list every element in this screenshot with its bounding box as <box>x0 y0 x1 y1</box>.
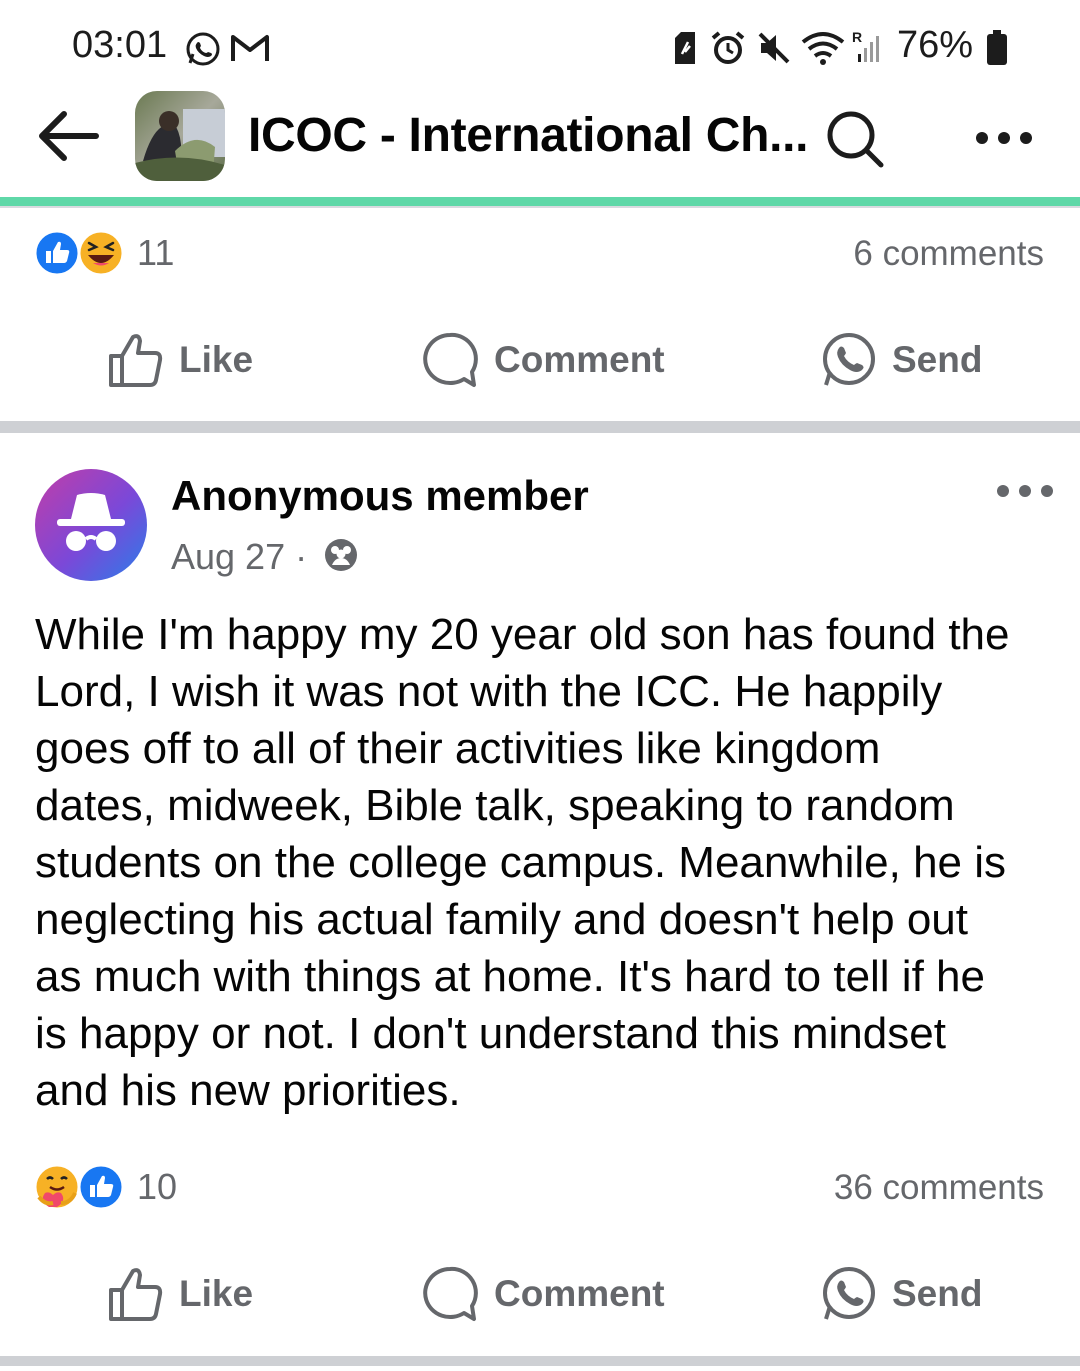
reaction-count: 10 <box>137 1166 178 1207</box>
svg-text:R: R <box>852 29 862 45</box>
author-name[interactable]: Anonymous member <box>171 472 589 520</box>
progress-track <box>0 206 1080 208</box>
wifi-icon <box>801 32 845 65</box>
comment-label: Comment <box>494 1273 665 1314</box>
group-privacy-icon <box>325 539 358 571</box>
comment-bubble-icon <box>423 1266 478 1321</box>
like-label: Like <box>179 339 254 380</box>
comment-button[interactable]: Comment <box>420 325 665 395</box>
whatsapp-send-icon <box>823 333 875 386</box>
comments-count-link[interactable]: 36 comments <box>834 1168 1044 1208</box>
like-button[interactable]: Like <box>107 1259 253 1329</box>
send-button[interactable]: Send <box>818 1259 982 1329</box>
alarm-icon <box>711 31 745 64</box>
incognito-icon <box>57 493 125 551</box>
reaction-count: 11 <box>137 232 175 273</box>
sim-icon <box>675 32 695 64</box>
group-cover-image <box>135 91 225 181</box>
post-reaction-summary[interactable]: 10 <box>33 1163 177 1211</box>
like-reaction-icon <box>33 229 81 277</box>
post-options-icon[interactable] <box>994 478 1056 504</box>
comment-label: Comment <box>494 339 665 380</box>
group-avatar[interactable] <box>135 91 225 181</box>
back-arrow-icon[interactable] <box>34 106 100 166</box>
like-label: Like <box>179 1273 254 1314</box>
battery-icon <box>987 30 1007 65</box>
thumbs-up-icon <box>109 334 163 387</box>
send-label: Send <box>892 1273 983 1314</box>
search-icon[interactable] <box>824 108 886 170</box>
loading-progress-bar <box>0 197 1080 206</box>
feed-separator <box>0 421 1080 433</box>
post-date: Aug 27 · <box>171 536 359 578</box>
comments-count-link[interactable]: 6 comments <box>853 234 1044 274</box>
anonymous-avatar[interactable] <box>35 469 147 581</box>
send-label: Send <box>892 339 983 380</box>
status-time: 03:01 <box>72 24 168 66</box>
comment-bubble-icon <box>423 332 478 387</box>
thumbs-up-icon <box>109 1268 163 1321</box>
like-button[interactable]: Like <box>107 325 253 395</box>
whatsapp-send-icon <box>823 1267 875 1320</box>
mute-icon <box>758 32 790 64</box>
haha-reaction-icon <box>77 229 125 277</box>
group-title[interactable]: ICOC - International Ch... <box>248 108 809 163</box>
feed-separator <box>0 1356 1080 1366</box>
signal-icon: R <box>852 29 879 62</box>
more-options-icon[interactable] <box>972 120 1036 156</box>
send-button[interactable]: Send <box>818 325 982 395</box>
comment-button[interactable]: Comment <box>420 1259 665 1329</box>
battery-percentage: 76% <box>897 24 974 66</box>
post-body-text: While I'm happy my 20 year old son has f… <box>35 610 1010 1115</box>
post-date-text: Aug 27 · <box>171 536 308 577</box>
like-reaction-icon <box>77 1163 125 1211</box>
reaction-summary[interactable]: 11 <box>33 229 174 277</box>
care-reaction-icon <box>33 1163 81 1211</box>
whatsapp-icon <box>186 32 220 66</box>
gmail-icon <box>231 35 269 61</box>
